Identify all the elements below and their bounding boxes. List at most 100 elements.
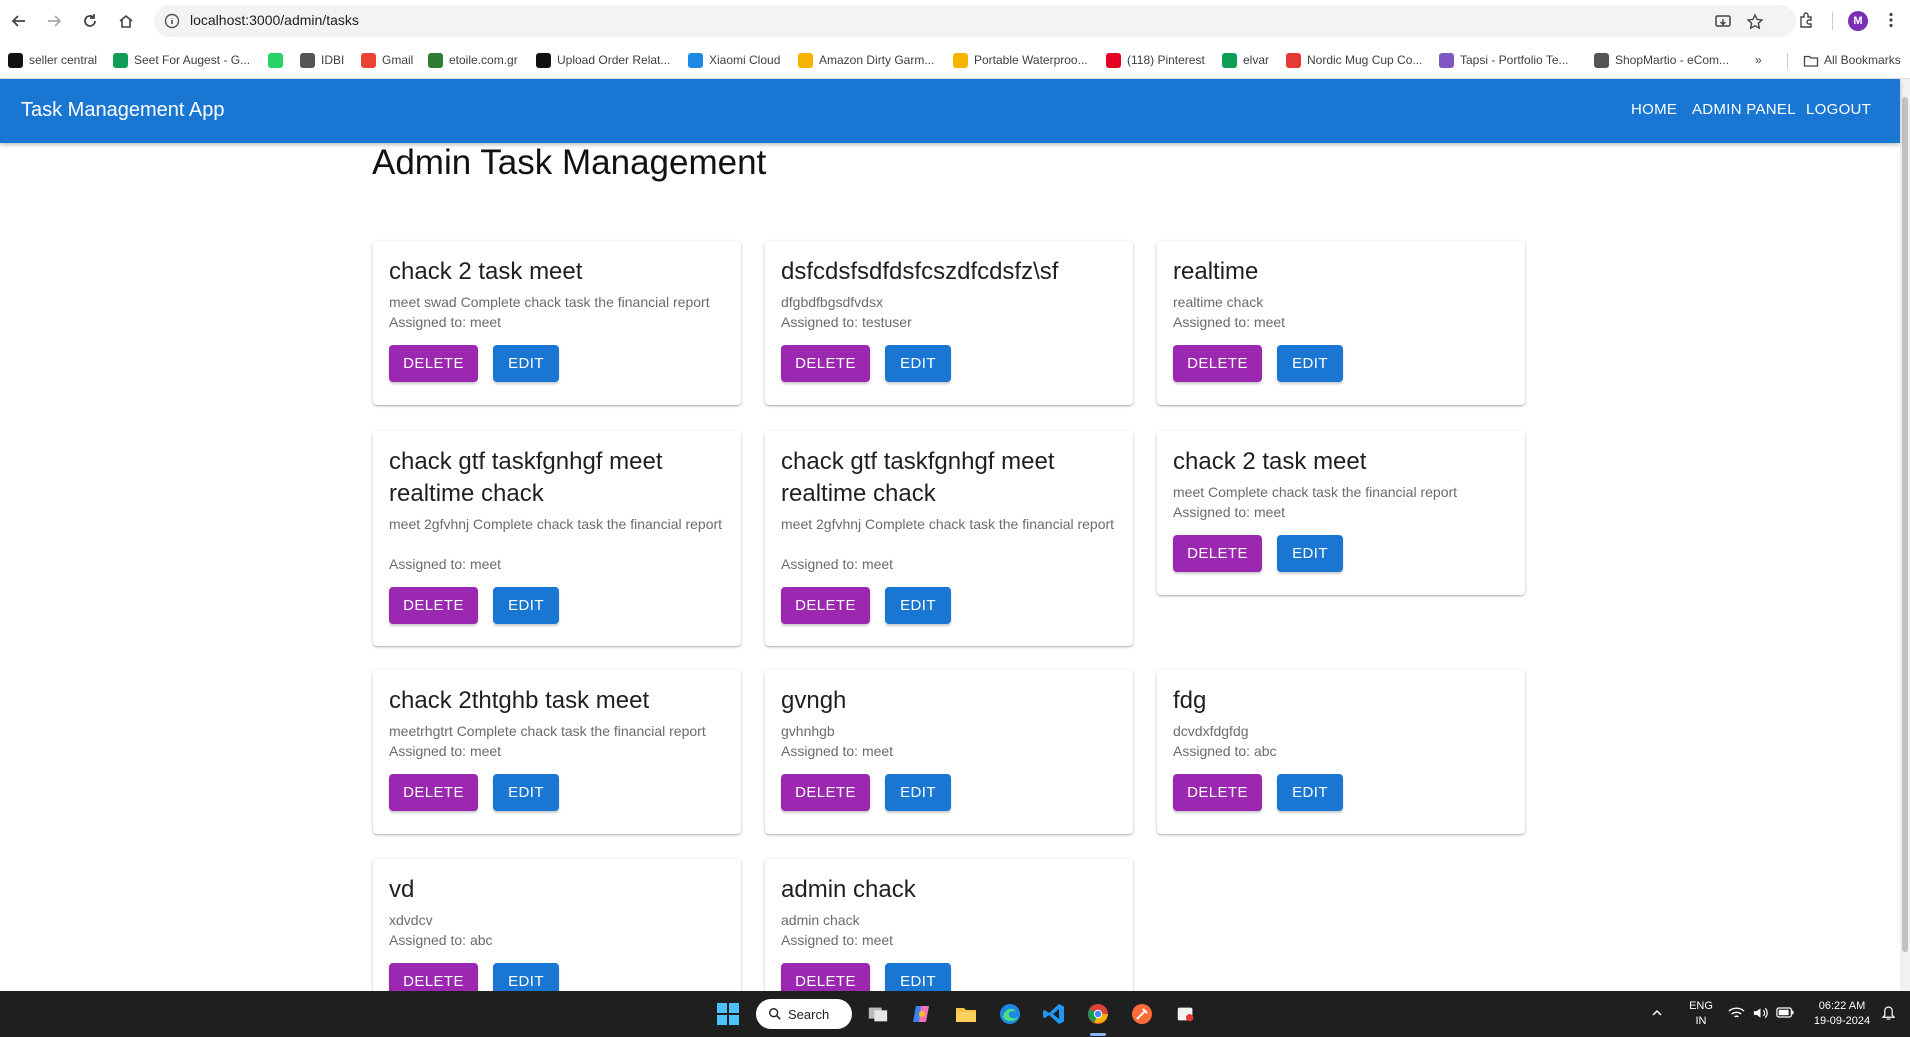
sheets-icon	[113, 52, 128, 68]
bookmark-item[interactable]: seller central	[8, 51, 97, 69]
task-assignee: Assigned to: meet	[389, 314, 502, 330]
install-app-icon[interactable]	[1714, 13, 1732, 31]
task-card: chack gtf taskfgnhgf meet realtime chack…	[765, 431, 1133, 646]
edit-task-button[interactable]: EDIT	[885, 774, 951, 811]
page-scrollbar[interactable]	[1900, 79, 1910, 991]
task-assignee: Assigned to: meet	[781, 556, 894, 572]
edit-task-button[interactable]: EDIT	[1277, 345, 1343, 382]
bookmark-item[interactable]: Tapsi - Portfolio Te...	[1439, 51, 1569, 69]
bookmark-item[interactable]: etoile.com.gr	[428, 51, 518, 69]
back-icon[interactable]	[7, 9, 31, 33]
battery-icon[interactable]	[1776, 1007, 1794, 1023]
delete-task-button[interactable]: DELETE	[781, 587, 870, 624]
delete-task-button[interactable]: DELETE	[1173, 345, 1262, 382]
menu-kebab-icon[interactable]	[1880, 9, 1902, 31]
nav-logout-link[interactable]: LOGOUT	[1806, 101, 1871, 118]
edge-browser-icon[interactable]	[996, 1000, 1024, 1028]
file-explorer-icon[interactable]	[952, 1000, 980, 1028]
delete-task-button[interactable]: DELETE	[1173, 535, 1262, 572]
task-description: realtime chack	[1173, 294, 1264, 310]
bookmark-star-icon[interactable]	[1746, 13, 1764, 31]
edit-task-button[interactable]: EDIT	[885, 345, 951, 382]
language-indicator[interactable]: ENG IN	[1682, 999, 1720, 1029]
notifications-bell-icon[interactable]	[1881, 1006, 1896, 1026]
postman-icon[interactable]	[1128, 1000, 1156, 1028]
bookmark-item[interactable]: Gmail	[361, 51, 413, 69]
task-description: meetrhgtrt Complete chack task the finan…	[389, 723, 706, 739]
task-card: realtime realtime chack Assigned to: meet D…	[1157, 241, 1525, 405]
bookmark-item[interactable]: Portable Waterproo...	[953, 51, 1088, 69]
nav-home-link[interactable]: HOME	[1631, 101, 1677, 118]
bookmark-item[interactable]	[268, 51, 289, 69]
bookmark-item[interactable]: elvar	[1222, 51, 1269, 69]
amazon-icon	[8, 52, 23, 68]
task-title: vd	[389, 876, 415, 903]
bookmark-item[interactable]: Nordic Mug Cup Co...	[1286, 51, 1422, 69]
profile-avatar[interactable]: M	[1848, 11, 1868, 31]
edit-task-button[interactable]: EDIT	[1277, 535, 1343, 572]
bookmark-item[interactable]: IDBI	[300, 51, 344, 69]
bookmark-item[interactable]: Amazon Dirty Garm...	[798, 51, 934, 69]
delete-task-button[interactable]: DELETE	[781, 963, 870, 991]
forward-icon[interactable]	[42, 9, 66, 33]
bookmark-item[interactable]: Seet For Augest - G...	[113, 51, 250, 69]
app-bar: Task Management App HOME ADMIN PANEL LOG…	[0, 79, 1900, 143]
chrome-icon[interactable]	[1084, 1000, 1112, 1028]
active-app-indicator	[1090, 1033, 1106, 1036]
all-bookmarks-button[interactable]: All Bookmarks	[1803, 51, 1901, 69]
delete-task-button[interactable]: DELETE	[389, 345, 478, 382]
bookmarks-bar: seller central Seet For Augest - G... IDBI…	[0, 42, 1910, 79]
delete-task-button[interactable]: DELETE	[1173, 774, 1262, 811]
edit-task-button[interactable]: EDIT	[493, 587, 559, 624]
address-bar[interactable]: localhost:3000/admin/tasks	[154, 5, 1796, 37]
more-bookmarks-label: »	[1755, 53, 1762, 67]
bookmark-label: Portable Waterproo...	[974, 53, 1088, 67]
task-title: chack 2 task meet	[389, 258, 583, 285]
language-code: ENG	[1689, 1000, 1713, 1012]
bookmark-item[interactable]: ShopMartio - eCom...	[1594, 51, 1729, 69]
snipping-tool-icon[interactable]	[1172, 1000, 1200, 1028]
task-assignee: Assigned to: meet	[1173, 504, 1286, 520]
edit-task-button[interactable]: EDIT	[1277, 774, 1343, 811]
delete-task-button[interactable]: DELETE	[389, 774, 478, 811]
reload-icon[interactable]	[78, 9, 102, 33]
wifi-icon[interactable]	[1728, 1006, 1745, 1025]
vscode-icon[interactable]	[1040, 1000, 1068, 1028]
bookmark-item[interactable]: Upload Order Relat...	[536, 51, 670, 69]
task-title: chack gtf taskfgnhgf meet realtime chack	[781, 448, 1055, 507]
os-taskbar: Search ENG IN 06:22 AM 19-09-2024	[0, 991, 1910, 1037]
delete-task-button[interactable]: DELETE	[781, 774, 870, 811]
delete-task-button[interactable]: DELETE	[389, 963, 478, 991]
task-view-icon[interactable]	[864, 1000, 892, 1028]
edit-task-button[interactable]: EDIT	[885, 587, 951, 624]
task-assignee: Assigned to: testuser	[781, 314, 912, 330]
bookmark-label: ShopMartio - eCom...	[1615, 53, 1730, 67]
task-title: chack gtf taskfgnhgf meet realtime chack	[389, 448, 663, 507]
task-card: chack gtf taskfgnhgf meet realtime chack…	[373, 431, 741, 646]
url-text[interactable]: localhost:3000/admin/tasks	[190, 12, 359, 28]
windows-start-icon[interactable]	[714, 1000, 742, 1028]
nav-admin-panel-link[interactable]: ADMIN PANEL	[1692, 101, 1796, 118]
site-info-icon[interactable]	[164, 13, 180, 29]
delete-task-button[interactable]: DELETE	[781, 345, 870, 382]
bookmark-item[interactable]: (118) Pinterest	[1106, 51, 1205, 69]
edit-task-button[interactable]: EDIT	[885, 963, 951, 991]
scrollbar-thumb[interactable]	[1902, 97, 1908, 952]
extensions-icon[interactable]	[1795, 9, 1817, 31]
clock[interactable]: 06:22 AM 19-09-2024	[1806, 999, 1878, 1029]
edit-task-button[interactable]: EDIT	[493, 774, 559, 811]
more-bookmarks-button[interactable]: »	[1755, 51, 1762, 69]
task-title: realtime	[1173, 258, 1259, 285]
edit-task-button[interactable]: EDIT	[493, 345, 559, 382]
bookmark-item[interactable]: Xiaomi Cloud	[688, 51, 780, 69]
home-icon[interactable]	[114, 9, 138, 33]
show-hidden-icons-icon[interactable]	[1651, 1007, 1663, 1024]
copilot-icon[interactable]	[908, 1000, 936, 1028]
cloud-icon	[688, 52, 703, 68]
app-title[interactable]: Task Management App	[21, 99, 224, 122]
edit-task-button[interactable]: EDIT	[493, 963, 559, 991]
task-title: chack 2 task meet	[1173, 448, 1367, 475]
taskbar-search[interactable]: Search	[756, 999, 852, 1029]
delete-task-button[interactable]: DELETE	[389, 587, 478, 624]
volume-icon[interactable]	[1752, 1006, 1769, 1025]
